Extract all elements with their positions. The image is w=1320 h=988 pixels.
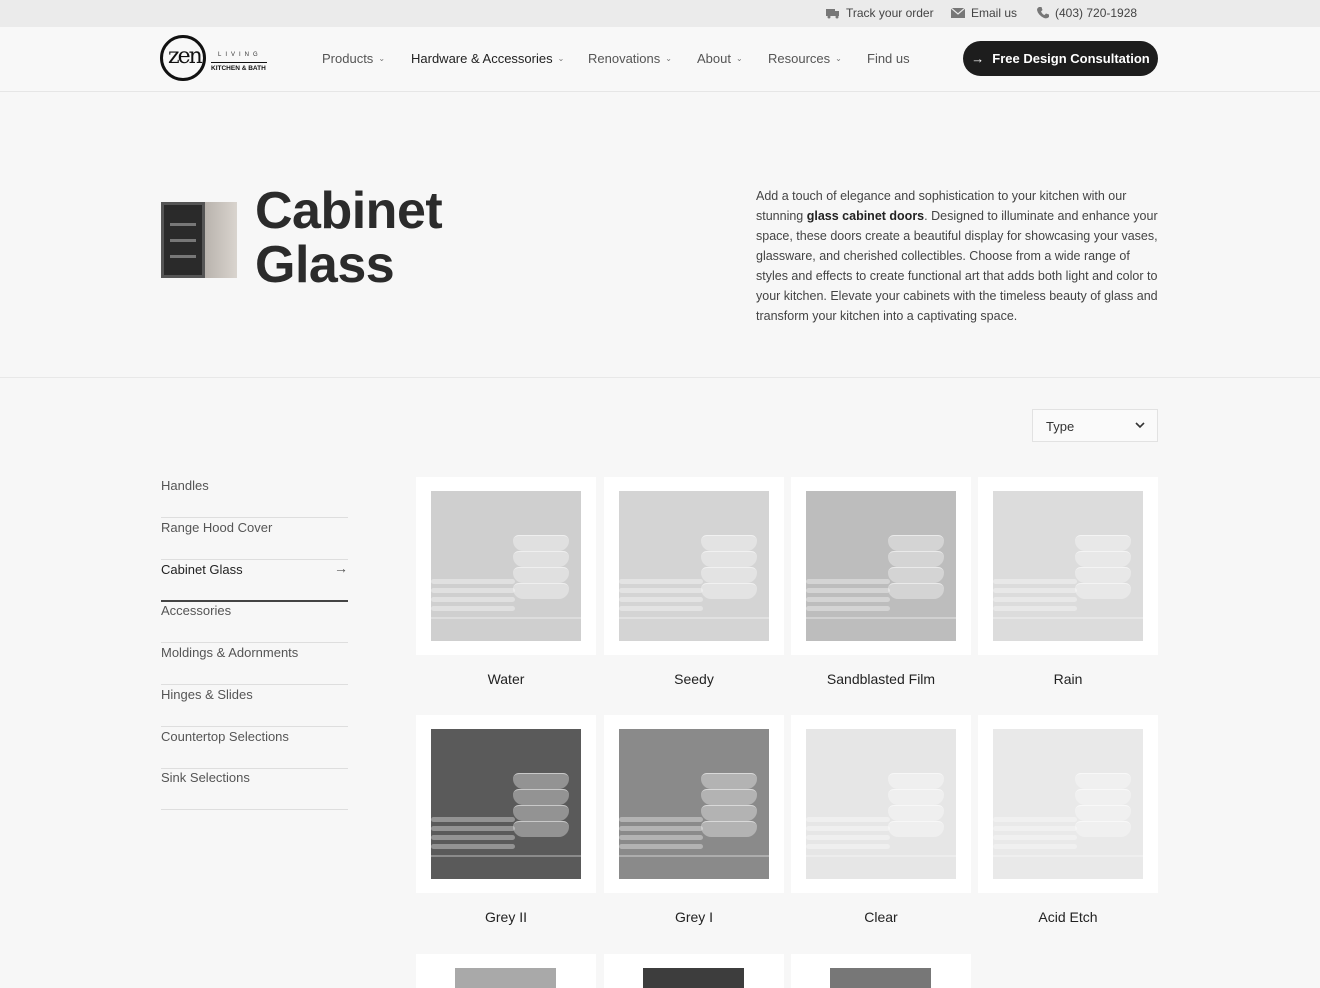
logo-tagline: KITCHEN & BATH — [211, 62, 267, 72]
chevron-down-icon: ⌄ — [557, 54, 565, 63]
sidebar-item-accessories[interactable]: Accessories — [161, 601, 348, 643]
track-order-label: Track your order — [846, 6, 934, 20]
sidebar-item-cabinet-glass[interactable]: Cabinet Glass → — [161, 560, 348, 602]
envelope-icon — [951, 8, 965, 18]
cta-label: Free Design Consultation — [992, 51, 1150, 66]
product-card-partial[interactable] — [416, 954, 596, 988]
product-image — [455, 968, 556, 988]
top-utility-bar: Track your order Email us (403) 720-1928 — [0, 0, 1320, 27]
product-image — [830, 968, 931, 988]
product-card-partial[interactable] — [791, 954, 971, 988]
hero-thumbnail — [161, 202, 237, 278]
type-filter-select[interactable]: Type — [1032, 409, 1158, 442]
product-card-water[interactable] — [416, 477, 596, 655]
phone-icon — [1037, 7, 1049, 19]
logo-living-text: LIVING — [218, 52, 262, 58]
nav-products[interactable]: Products ⌄ — [322, 51, 385, 66]
sidebar-item-range-hood-cover[interactable]: Range Hood Cover — [161, 518, 348, 560]
product-label-rain[interactable]: Rain — [978, 671, 1158, 687]
nav-hardware-accessories[interactable]: Hardware & Accessories ⌄ — [411, 51, 564, 66]
free-design-consultation-button[interactable]: → Free Design Consultation — [963, 41, 1158, 76]
product-card-grey-ii[interactable] — [416, 715, 596, 893]
section-divider — [0, 377, 1320, 378]
product-image — [431, 729, 581, 879]
product-label-water[interactable]: Water — [416, 671, 596, 687]
chevron-down-icon — [1135, 422, 1145, 429]
product-image — [619, 491, 769, 641]
nav-renovations[interactable]: Renovations ⌄ — [588, 51, 672, 66]
logo-mark: zen — [160, 35, 206, 81]
phone-label: (403) 720-1928 — [1055, 6, 1138, 20]
truck-icon — [826, 8, 839, 18]
email-link[interactable]: Email us — [951, 6, 1017, 20]
product-card-grey-i[interactable] — [604, 715, 784, 893]
product-label-clear[interactable]: Clear — [791, 909, 971, 925]
product-image — [806, 729, 956, 879]
sidebar-item-countertop-selections[interactable]: Countertop Selections — [161, 727, 348, 769]
product-label-grey-ii[interactable]: Grey II — [416, 909, 596, 925]
arrow-right-icon: → — [334, 560, 348, 576]
nav-resources[interactable]: Resources ⌄ — [768, 51, 842, 66]
track-order-link[interactable]: Track your order — [826, 6, 934, 20]
type-filter-label: Type — [1046, 419, 1075, 434]
product-image — [806, 491, 956, 641]
phone-link[interactable]: (403) 720-1928 — [1037, 6, 1137, 20]
product-image — [643, 968, 744, 988]
chevron-down-icon: ⌄ — [835, 54, 842, 63]
product-card-acid-etch[interactable] — [978, 715, 1158, 893]
product-card-sandblasted-film[interactable] — [791, 477, 971, 655]
product-card-partial[interactable] — [604, 954, 784, 988]
product-label-acid-etch[interactable]: Acid Etch — [978, 909, 1158, 925]
product-card-rain[interactable] — [978, 477, 1158, 655]
sidebar-item-handles[interactable]: Handles — [161, 476, 348, 518]
product-label-sandblasted-film[interactable]: Sandblasted Film — [791, 671, 971, 687]
product-card-seedy[interactable] — [604, 477, 784, 655]
sidebar-item-moldings-adornments[interactable]: Moldings & Adornments — [161, 643, 348, 685]
product-image — [993, 491, 1143, 641]
page-title: Cabinet Glass — [255, 182, 443, 294]
sidebar-item-sink-selections[interactable]: Sink Selections — [161, 768, 348, 810]
email-label: Email us — [971, 6, 1018, 20]
site-logo[interactable]: zen LIVING KITCHEN & BATH — [160, 35, 270, 83]
product-image — [619, 729, 769, 879]
site-header: zen LIVING KITCHEN & BATH Products ⌄ Hard… — [0, 27, 1320, 92]
chevron-down-icon: ⌄ — [378, 54, 386, 63]
arrow-right-icon: → — [971, 51, 985, 66]
sidebar-item-hinges-slides[interactable]: Hinges & Slides — [161, 685, 348, 727]
product-label-grey-i[interactable]: Grey I — [604, 909, 784, 925]
product-card-clear[interactable] — [791, 715, 971, 893]
product-image — [993, 729, 1143, 879]
product-image — [431, 491, 581, 641]
page-description: Add a touch of elegance and sophisticati… — [756, 189, 1158, 323]
nav-find-us[interactable]: Find us — [867, 51, 910, 66]
product-label-seedy[interactable]: Seedy — [604, 671, 784, 687]
chevron-down-icon: ⌄ — [735, 54, 743, 63]
nav-about[interactable]: About ⌄ — [697, 51, 743, 66]
chevron-down-icon: ⌄ — [665, 54, 672, 63]
